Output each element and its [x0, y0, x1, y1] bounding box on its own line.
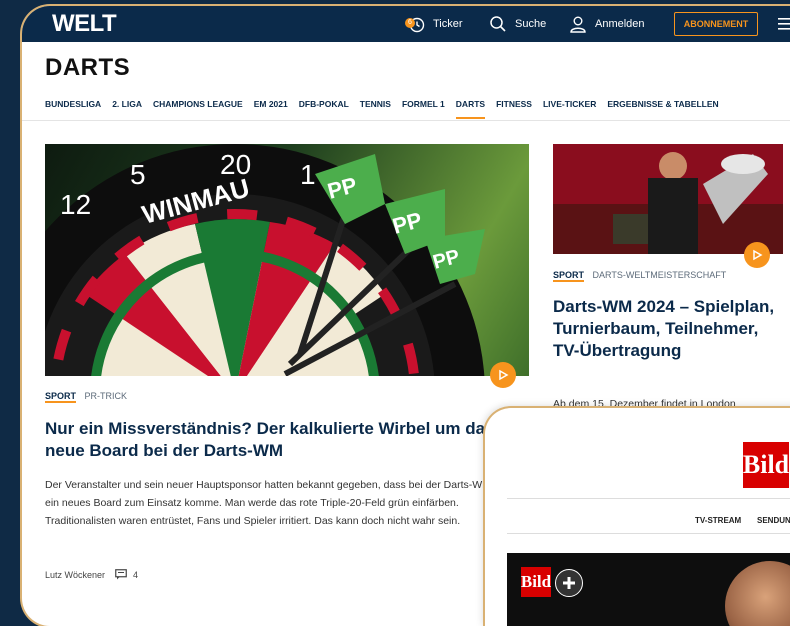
- main-article-byline: Lutz Wöckener 4: [45, 569, 138, 580]
- nav-item-bundesliga[interactable]: BUNDESLIGA: [45, 99, 101, 119]
- main-article-teaser: Der Veranstalter und sein neuer Hauptspo…: [45, 479, 491, 527]
- board-number-12: 12: [60, 189, 91, 220]
- subscribe-button[interactable]: ABONNEMENT: [674, 12, 758, 36]
- overlay-divider: [507, 498, 790, 499]
- plus-icon: [563, 577, 575, 589]
- dartboard-illustration: WINMAU PP PP PP 12 5 20 1: [45, 144, 485, 376]
- author-name[interactable]: Lutz Wöckener: [45, 570, 105, 580]
- board-number-5: 5: [130, 159, 146, 190]
- divider: [22, 120, 790, 121]
- video-thumbnail-face: [725, 561, 790, 626]
- main-kicker-topic[interactable]: PR-TRICK: [85, 391, 128, 401]
- nav-item-fitness[interactable]: FITNESS: [496, 99, 532, 119]
- top-bar: WELT 6 Ticker Suche Anmelden ABONNEMENT: [22, 6, 790, 42]
- add-button[interactable]: [555, 569, 583, 597]
- side-kicker-sport[interactable]: SPORT: [553, 270, 585, 282]
- nav-item-em-2021[interactable]: EM 2021: [254, 99, 288, 119]
- nav-item-formel-1[interactable]: FORMEL 1: [402, 99, 445, 119]
- play-icon: [499, 369, 509, 381]
- nav-item-ergebnisse-tabellen[interactable]: ERGEBNISSE & TABELLEN: [607, 99, 718, 119]
- bild-logo[interactable]: Bild: [743, 442, 789, 488]
- bild-video-overlay[interactable]: Bild TV-STREAM SENDUNG Bild: [485, 408, 790, 626]
- nav-item-darts[interactable]: DARTS: [455, 99, 486, 119]
- side-article-kicker: SPORT DARTS-WELTMEISTERSCHAFT: [553, 270, 727, 282]
- category-nav: BUNDESLIGA 2. LIGA CHAMPIONS LEAGUE EM 2…: [45, 99, 730, 119]
- ticker-button[interactable]: 6 Ticker: [405, 6, 463, 42]
- overlay-video[interactable]: Bild: [507, 553, 790, 626]
- board-number-20: 20: [220, 149, 251, 180]
- play-icon: [753, 249, 763, 261]
- side-article-headline[interactable]: Darts-WM 2024 – Spielplan, Turnierbaum, …: [553, 296, 783, 362]
- overlay-nav-tv-stream[interactable]: TV-STREAM: [695, 516, 741, 525]
- main-video-play-button[interactable]: [490, 362, 516, 388]
- welt-logo[interactable]: WELT: [52, 10, 117, 38]
- clock-icon: 6: [405, 15, 425, 33]
- nav-item-tennis[interactable]: TENNIS: [360, 99, 391, 119]
- nav-item-live-ticker[interactable]: LIVE-TICKER: [543, 99, 596, 119]
- nav-item-2-liga[interactable]: 2. LIGA: [112, 99, 142, 119]
- browser-page: WELT 6 Ticker Suche Anmelden ABONNEMENT …: [22, 6, 790, 626]
- main-article-kicker: SPORT PR-TRICK: [45, 391, 128, 403]
- login-label: Anmelden: [595, 18, 645, 30]
- board-number-1: 1: [300, 159, 316, 190]
- menu-icon[interactable]: [778, 18, 790, 30]
- nav-item-dfb-pokal[interactable]: DFB-POKAL: [299, 99, 349, 119]
- search-label: Suche: [515, 18, 547, 30]
- ticker-label: Ticker: [433, 18, 463, 30]
- user-icon: [570, 16, 586, 33]
- section-title: DARTS: [45, 54, 131, 81]
- comment-icon: [115, 569, 127, 580]
- overlay-nav-sendung[interactable]: SENDUNG: [757, 516, 790, 525]
- login-button[interactable]: Anmelden: [569, 6, 645, 42]
- side-kicker-topic[interactable]: DARTS-WELTMEISTERSCHAFT: [593, 270, 727, 280]
- ticker-badge: 6: [405, 18, 415, 28]
- side-video-play-button[interactable]: [744, 242, 770, 268]
- search-icon: [490, 16, 506, 32]
- main-article-headline[interactable]: Nur ein Missverständnis? Der kalkulierte…: [45, 418, 515, 462]
- main-article-image[interactable]: WINMAU PP PP PP 12 5 20 1: [45, 144, 529, 376]
- main-kicker-sport[interactable]: SPORT: [45, 391, 77, 403]
- nav-item-champions-league[interactable]: CHAMPIONS LEAGUE: [153, 99, 243, 119]
- search-button[interactable]: Suche: [489, 6, 546, 42]
- bild-small-logo: Bild: [521, 567, 551, 597]
- comment-count[interactable]: 4: [133, 570, 138, 580]
- trophy-photo: [553, 144, 783, 254]
- side-article-image[interactable]: [553, 144, 783, 254]
- overlay-divider-2: [507, 533, 790, 534]
